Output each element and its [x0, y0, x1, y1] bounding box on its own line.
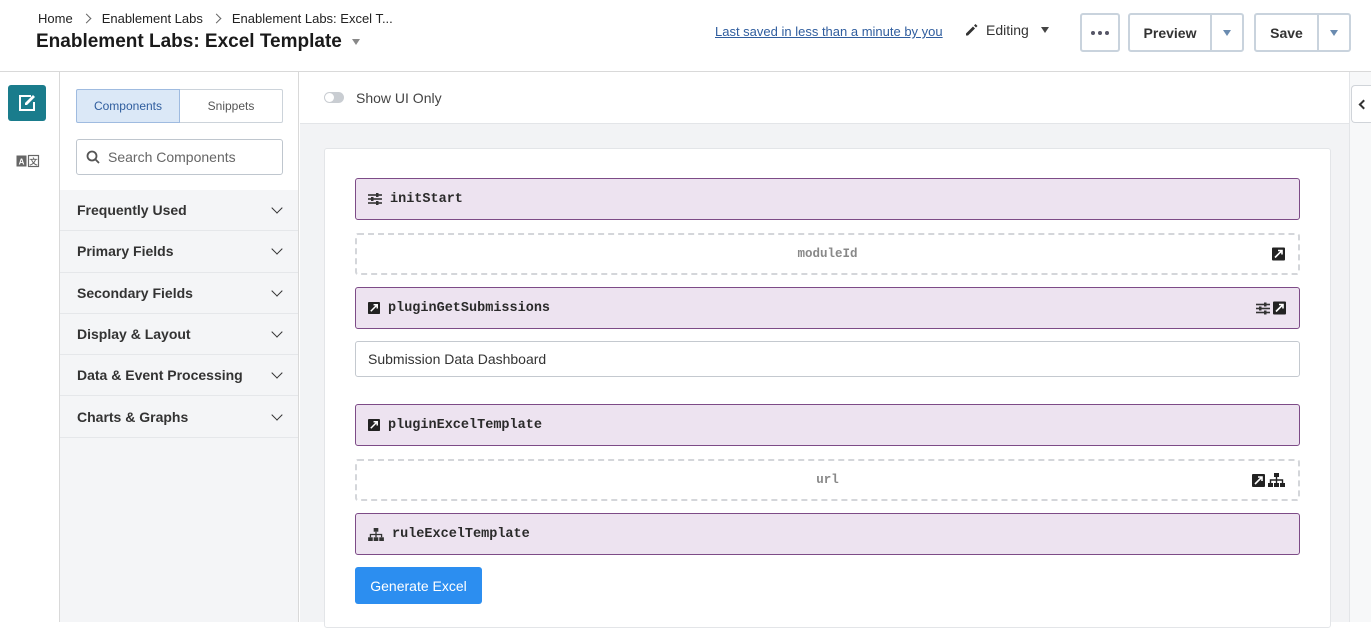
tab-components[interactable]: Components: [76, 89, 180, 123]
component-rule-excel-template[interactable]: ruleExcelTemplate: [355, 513, 1300, 555]
last-saved-link[interactable]: Last saved in less than a minute by you: [715, 24, 943, 39]
category-label: Display & Layout: [77, 326, 191, 343]
chevron-down-icon: [271, 326, 283, 338]
chevron-down-icon: [271, 367, 283, 379]
breadcrumb-home[interactable]: Home: [38, 11, 73, 26]
category-label: Charts & Graphs: [77, 408, 189, 425]
plugin-icon: [368, 302, 380, 314]
category-label: Frequently Used: [77, 202, 187, 219]
event-sliders-icon: [368, 193, 382, 205]
component-label: initStart: [390, 191, 463, 207]
generate-excel-button[interactable]: Generate Excel: [355, 567, 482, 604]
plugin-icon: [368, 419, 380, 431]
edit-form-rail-button[interactable]: [8, 85, 46, 121]
canvas-toolbar: Show UI Only: [300, 72, 1349, 124]
chevron-down-icon: [271, 202, 283, 214]
component-plugin-excel-template[interactable]: pluginExcelTemplate: [355, 404, 1300, 446]
chevron-right-icon: [211, 13, 222, 24]
panel-tabs: Components Snippets: [76, 89, 283, 123]
breadcrumb-current[interactable]: Enablement Labs: Excel T...: [232, 11, 393, 26]
chevron-right-icon: [81, 13, 92, 24]
category-display-layout[interactable]: Display & Layout: [60, 314, 298, 356]
event-sliders-icon: [1256, 302, 1270, 314]
category-label: Secondary Fields: [77, 284, 193, 301]
tab-snippets[interactable]: Snippets: [180, 89, 283, 123]
rule-hierarchy-icon: [368, 527, 384, 541]
ab-translation-icon: A 文: [16, 154, 40, 168]
preview-split-button: Preview: [1128, 13, 1244, 52]
right-panel-edge: [1349, 72, 1371, 622]
more-dots-icon: [1091, 30, 1109, 35]
component-init-start[interactable]: initStart: [355, 178, 1300, 220]
breadcrumb: Home Enablement Labs Enablement Labs: Ex…: [38, 11, 393, 26]
preview-button[interactable]: Preview: [1130, 15, 1210, 50]
category-label: Primary Fields: [77, 243, 174, 260]
save-split-button: Save: [1254, 13, 1351, 52]
preview-dropdown-button[interactable]: [1210, 15, 1242, 50]
rule-hierarchy-icon: [1268, 473, 1285, 487]
caret-down-icon: [1223, 29, 1231, 36]
svg-text:文: 文: [30, 157, 39, 167]
caret-down-icon[interactable]: [351, 39, 360, 45]
component-label: pluginGetSubmissions: [388, 300, 551, 316]
show-ui-only-label: Show UI Only: [356, 89, 442, 106]
panel-top: Components Snippets: [60, 72, 298, 190]
category-charts-graphs[interactable]: Charts & Graphs: [60, 396, 298, 438]
category-secondary-fields[interactable]: Secondary Fields: [60, 273, 298, 314]
chevron-left-icon: [1358, 99, 1368, 109]
component-label: ruleExcelTemplate: [392, 526, 530, 542]
category-label: Data & Event Processing: [77, 367, 243, 384]
form-canvas: [324, 148, 1331, 628]
more-options-button[interactable]: [1080, 13, 1120, 52]
app-header: Home Enablement Labs Enablement Labs: Ex…: [0, 0, 1371, 72]
left-rail: A 文: [0, 72, 60, 622]
plugin-icon: [1273, 301, 1286, 315]
search-input[interactable]: [108, 149, 268, 165]
pencil-icon: [966, 24, 978, 36]
page-title[interactable]: Enablement Labs: Excel Template: [36, 31, 360, 53]
breadcrumb-enablement-labs[interactable]: Enablement Labs: [102, 11, 203, 26]
editing-mode-dropdown[interactable]: Editing: [964, 22, 1049, 38]
component-label: pluginExcelTemplate: [388, 417, 542, 433]
chevron-down-icon: [271, 243, 283, 256]
dashboard-title-field[interactable]: Submission Data Dashboard: [355, 341, 1300, 377]
page-title-text: Enablement Labs: Excel Template: [36, 31, 342, 52]
chevron-down-icon: [271, 285, 283, 297]
component-badges: [1252, 473, 1285, 487]
component-label: url: [816, 473, 839, 487]
search-components: [76, 139, 283, 175]
search-icon: [86, 150, 100, 164]
save-dropdown-button[interactable]: [1317, 15, 1349, 50]
component-plugin-get-submissions[interactable]: pluginGetSubmissions: [355, 287, 1300, 329]
editing-label: Editing: [986, 22, 1029, 38]
component-url[interactable]: url: [355, 459, 1300, 501]
plugin-icon: [1252, 473, 1265, 487]
translations-rail-button[interactable]: A 文: [16, 154, 40, 173]
category-list: Frequently Used Primary Fields Secondary…: [60, 190, 298, 438]
show-ui-only-toggle[interactable]: [324, 92, 344, 103]
collapse-panel-button[interactable]: [1351, 85, 1371, 123]
caret-down-icon: [1330, 29, 1338, 36]
caret-down-icon: [1040, 27, 1049, 33]
svg-text:A: A: [19, 158, 25, 167]
plugin-icon: [1272, 247, 1285, 261]
component-badges: [1272, 247, 1285, 261]
chevron-down-icon: [271, 408, 283, 421]
category-data-event-processing[interactable]: Data & Event Processing: [60, 355, 298, 397]
save-button[interactable]: Save: [1256, 15, 1317, 50]
category-primary-fields[interactable]: Primary Fields: [60, 231, 298, 273]
components-panel: Components Snippets Frequently Used Prim…: [60, 72, 299, 622]
component-module-id[interactable]: moduleId: [355, 233, 1300, 275]
component-badges: [1256, 301, 1286, 315]
component-label: moduleId: [797, 247, 858, 261]
category-frequently-used[interactable]: Frequently Used: [60, 190, 298, 232]
edit-square-icon: [19, 95, 35, 111]
